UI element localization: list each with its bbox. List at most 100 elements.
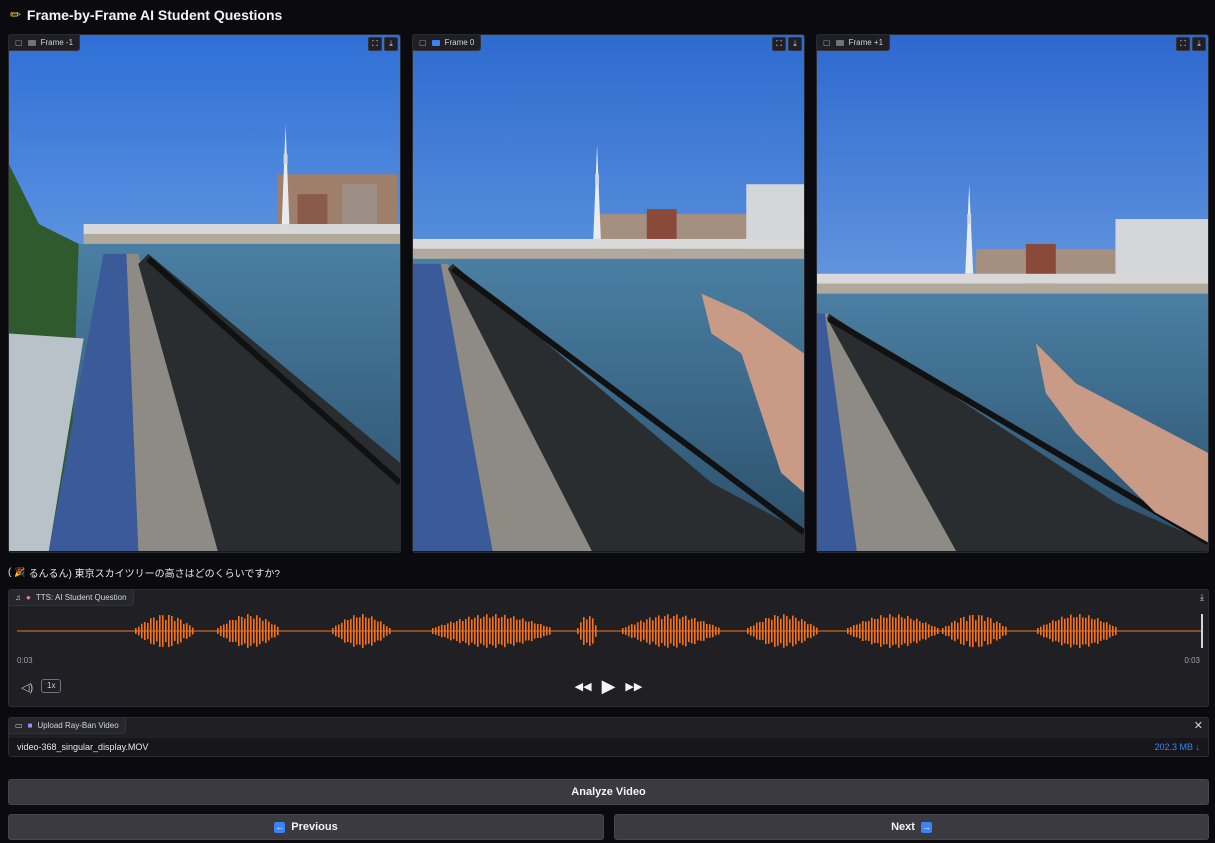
waveform-bar bbox=[868, 620, 870, 642]
total-time: 0:03 bbox=[1184, 656, 1200, 665]
waveform-bar bbox=[795, 617, 797, 645]
waveform-bar bbox=[350, 618, 352, 644]
frame-label-next: ▢ Frame +1 bbox=[817, 35, 891, 51]
waveform-bar bbox=[383, 624, 385, 638]
waveform-bar bbox=[664, 616, 666, 646]
waveform-bar bbox=[1043, 624, 1045, 638]
download-icon[interactable]: ⤓ bbox=[1200, 592, 1204, 603]
waveform-bar bbox=[673, 616, 675, 646]
waveform-bar bbox=[513, 616, 515, 646]
uploaded-file-row[interactable]: video-368_singular_display.MOV 202.3 MB … bbox=[9, 738, 1208, 756]
waveform-bar bbox=[1115, 626, 1117, 636]
waveform-bar bbox=[631, 624, 633, 638]
waveform-bar bbox=[700, 621, 702, 641]
rewind-icon[interactable]: ◀◀ bbox=[575, 680, 592, 693]
download-icon[interactable]: ⤓ bbox=[788, 37, 802, 51]
waveform-bar bbox=[783, 614, 785, 648]
waveform-bar bbox=[192, 627, 194, 635]
waveform-bar bbox=[531, 620, 533, 642]
waveform-bar bbox=[226, 623, 228, 639]
waveform-bar bbox=[135, 628, 137, 634]
question-text: ( 🎉 るんるん) 東京スカイツリーの高さはどのくらいですか? bbox=[8, 566, 280, 580]
waveform-bar bbox=[750, 626, 752, 636]
audio-waveform[interactable] bbox=[17, 612, 1203, 650]
waveform-bar bbox=[892, 616, 894, 646]
waveform-bar bbox=[987, 617, 989, 645]
waveform-bar bbox=[592, 618, 594, 644]
waveform-bar bbox=[543, 625, 545, 637]
waveform-bar bbox=[150, 618, 152, 644]
waveform-bar bbox=[646, 619, 648, 643]
waveform-bar bbox=[853, 625, 855, 637]
file-size[interactable]: 202.3 MB ↓ bbox=[1154, 742, 1200, 752]
waveform-bar bbox=[480, 618, 482, 644]
waveform-bar bbox=[229, 620, 231, 642]
frame-label-prev: ▢ Frame -1 bbox=[9, 35, 81, 51]
fullscreen-icon[interactable]: ⛶ bbox=[1176, 37, 1190, 51]
fullscreen-icon[interactable]: ⛶ bbox=[368, 37, 382, 51]
waveform-bar bbox=[972, 614, 974, 648]
waveform-bar bbox=[371, 616, 373, 646]
waveform-bar bbox=[637, 622, 639, 640]
waveform-bar bbox=[798, 621, 800, 641]
playback-speed-button[interactable]: 1x bbox=[41, 679, 62, 693]
frame-label-current: ▢ Frame 0 bbox=[413, 35, 482, 51]
waveform-bar bbox=[462, 621, 464, 641]
waveform-bar bbox=[856, 624, 858, 638]
waveform-bar bbox=[162, 615, 164, 647]
volume-icon[interactable]: ◁) bbox=[21, 681, 33, 694]
close-icon[interactable]: ✕ bbox=[1194, 719, 1203, 732]
next-button[interactable]: Next → bbox=[614, 814, 1209, 840]
waveform-bar bbox=[471, 619, 473, 643]
waveform-bar bbox=[1073, 617, 1075, 645]
waveform-bar bbox=[589, 616, 591, 646]
waveform-bar bbox=[904, 618, 906, 644]
waveform-bar bbox=[847, 628, 849, 634]
waveform-bar bbox=[583, 616, 585, 646]
waveform-bar bbox=[966, 620, 968, 642]
waveform-bar bbox=[996, 621, 998, 641]
waveform-bar bbox=[715, 626, 717, 636]
waveform-bar bbox=[762, 622, 764, 640]
waveform-bar bbox=[519, 619, 521, 643]
play-icon[interactable]: ▶ bbox=[602, 676, 616, 697]
download-icon[interactable]: ⤓ bbox=[384, 37, 398, 51]
fast-forward-icon[interactable]: ▶▶ bbox=[625, 680, 642, 693]
waveform-bar bbox=[1070, 614, 1072, 648]
waveform-bar bbox=[951, 622, 953, 640]
download-icon[interactable]: ⤓ bbox=[1192, 37, 1206, 51]
waveform-bar bbox=[661, 619, 663, 643]
waveform-bar bbox=[697, 621, 699, 641]
waveform-bar bbox=[577, 628, 579, 634]
waveform-bar bbox=[159, 615, 161, 647]
waveform-bar bbox=[474, 617, 476, 645]
waveform-bar bbox=[1040, 626, 1042, 636]
waveform-bar bbox=[362, 614, 364, 648]
previous-button[interactable]: ← Previous bbox=[8, 814, 604, 840]
waveform-bar bbox=[643, 622, 645, 640]
frame-image-prev bbox=[9, 35, 400, 552]
waveform-bar bbox=[981, 615, 983, 647]
waveform-bar bbox=[389, 628, 391, 634]
frame-panel-current: ▢ Frame 0 ⛶ ⤓ bbox=[412, 34, 805, 553]
waveform-bar bbox=[747, 628, 749, 634]
playhead-cursor[interactable] bbox=[1201, 614, 1203, 648]
waveform-bar bbox=[1079, 614, 1081, 648]
waveform-bar bbox=[682, 616, 684, 646]
waveform-bar bbox=[898, 614, 900, 648]
waveform-bar bbox=[444, 625, 446, 637]
waveform-bar bbox=[774, 615, 776, 647]
waveform-bar bbox=[718, 627, 720, 635]
waveform-bar bbox=[886, 617, 888, 645]
fullscreen-icon[interactable]: ⛶ bbox=[772, 37, 786, 51]
waveform-bar bbox=[993, 622, 995, 640]
waveform-bar bbox=[957, 622, 959, 640]
waveform-bar bbox=[685, 615, 687, 647]
analyze-video-button[interactable]: Analyze Video bbox=[8, 779, 1209, 805]
frame-icon bbox=[835, 39, 844, 46]
waveform-bar bbox=[253, 618, 255, 644]
waveform-bar bbox=[341, 622, 343, 640]
waveform-bar bbox=[622, 628, 624, 634]
waveform-bar bbox=[990, 618, 992, 644]
waveform-bar bbox=[335, 625, 337, 637]
